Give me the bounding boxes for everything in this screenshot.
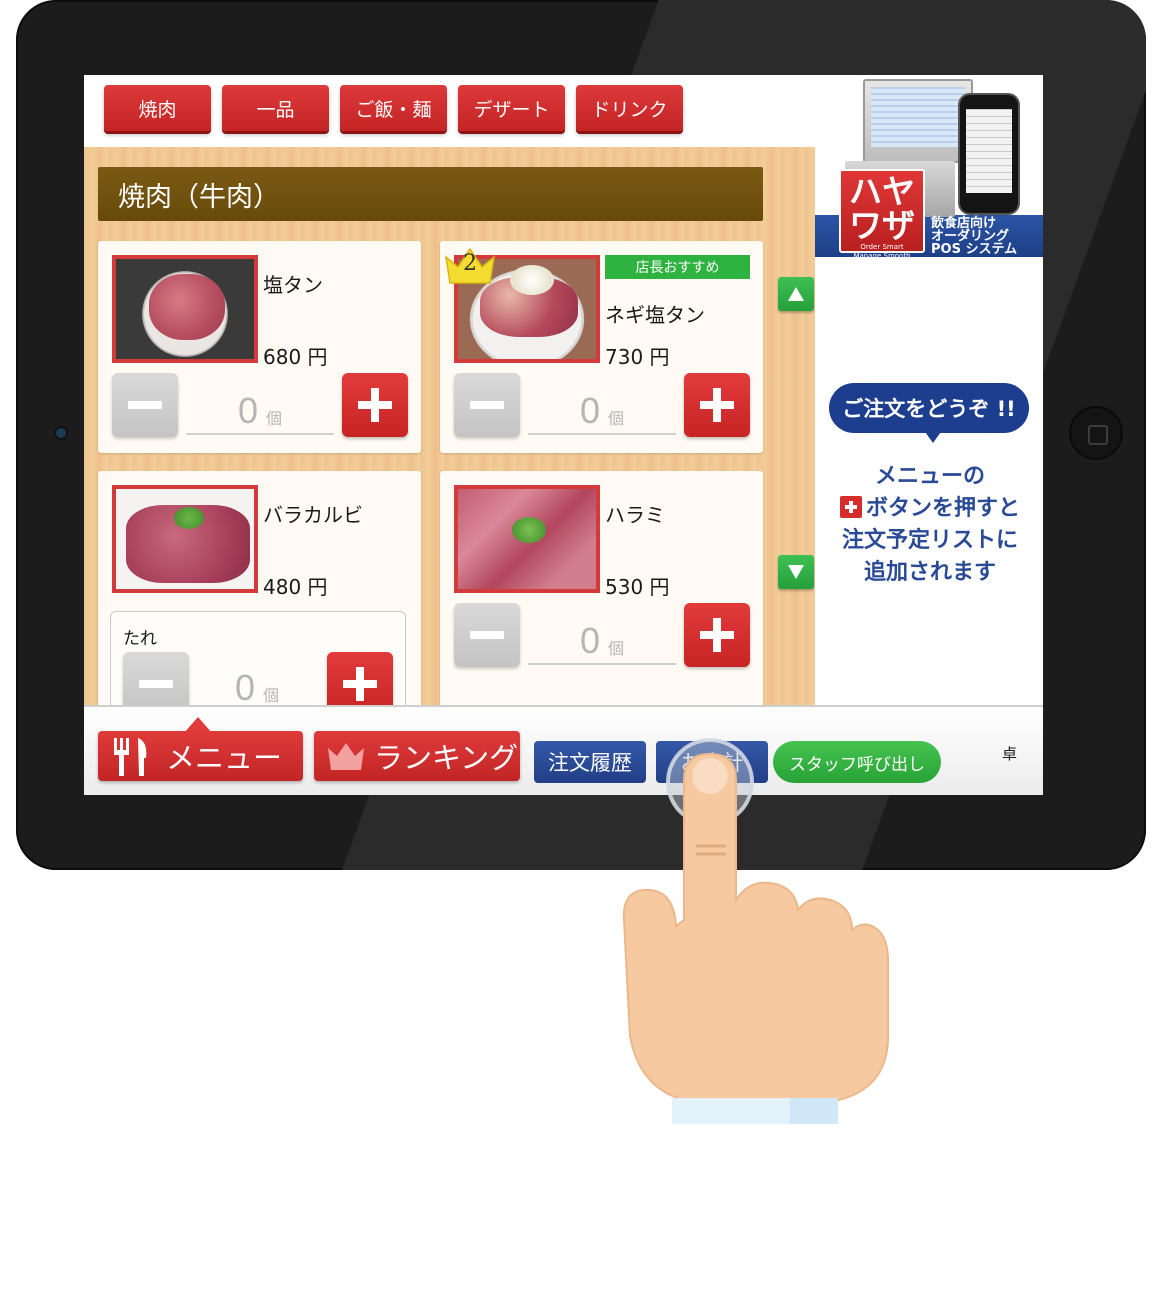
bubble-tail bbox=[923, 429, 943, 443]
arrow-down-icon bbox=[788, 565, 804, 579]
quantity-unit: 個 bbox=[608, 639, 625, 658]
sauce-label: たれ bbox=[123, 629, 157, 649]
recommend-badge: 店長おすすめ bbox=[605, 255, 750, 279]
increase-button[interactable] bbox=[342, 373, 408, 437]
ad-tag-line-3: POS システム bbox=[931, 242, 1018, 257]
decrease-button[interactable] bbox=[112, 373, 178, 437]
menu-card-shiotan: 塩タン 680 円 0 個 bbox=[98, 241, 421, 453]
quantity-value: 0 bbox=[237, 390, 258, 431]
arrow-up-icon bbox=[788, 287, 804, 301]
quantity-unit: 個 bbox=[608, 409, 625, 428]
food-photo[interactable] bbox=[454, 485, 600, 593]
menu-card-harami: ハラミ 530 円 0 個 bbox=[440, 471, 763, 731]
logo-line-2: ワザ bbox=[849, 206, 915, 245]
order-prompt-bubble: ご注文をどうぞ !! bbox=[829, 383, 1029, 433]
plus-icon bbox=[839, 496, 862, 518]
pointing-hand-icon bbox=[622, 738, 889, 1124]
screen: 焼肉 一品 ご飯・麺 デザート ドリンク 焼肉（牛肉） 塩タン 680 円 0 … bbox=[84, 75, 1043, 795]
category-dessert-button[interactable]: デザート bbox=[458, 85, 565, 131]
ad-tagline: 飲食店向け オーダリング POS システム bbox=[931, 217, 1017, 256]
category-bar: 焼肉 一品 ご飯・麺 デザート ドリンク bbox=[84, 75, 815, 147]
home-button[interactable] bbox=[1071, 408, 1121, 458]
menu-tab-button[interactable]: メニュー bbox=[98, 731, 303, 781]
quantity-value: 0 bbox=[579, 390, 600, 431]
item-name: 塩タン bbox=[263, 273, 323, 297]
menu-area: 焼肉 一品 ご飯・麺 デザート ドリンク 焼肉（牛肉） 塩タン 680 円 0 … bbox=[84, 75, 815, 731]
smartphone-image bbox=[960, 95, 1018, 213]
quantity-value: 0 bbox=[579, 620, 600, 661]
quantity-display: 0 個 bbox=[528, 387, 676, 435]
item-name: ハラミ bbox=[605, 503, 665, 527]
food-photo[interactable] bbox=[112, 255, 258, 363]
crown-icon bbox=[328, 743, 364, 770]
ranking-tab-button[interactable]: ランキング bbox=[314, 731, 520, 781]
camera-icon bbox=[56, 428, 66, 438]
logo-small-2: Manage Smooth bbox=[853, 252, 911, 260]
food-photo[interactable] bbox=[112, 485, 258, 593]
ranking-number: 2 bbox=[463, 251, 477, 276]
section-title: 焼肉（牛肉） bbox=[98, 167, 763, 221]
category-rice-noodle-button[interactable]: ご飯・麺 bbox=[340, 85, 447, 131]
item-price: 480 円 bbox=[263, 575, 328, 599]
scroll-down-button[interactable] bbox=[778, 555, 814, 589]
table-label: 卓 bbox=[1002, 745, 1018, 763]
item-price: 530 円 bbox=[605, 575, 670, 599]
right-panel: ハヤ ワザ Order Smart Manage Smooth 飲食店向け オー… bbox=[815, 75, 1043, 705]
item-name: ネギ塩タン bbox=[605, 303, 705, 327]
decrease-button[interactable] bbox=[454, 373, 520, 437]
item-price: 730 円 bbox=[605, 345, 670, 369]
scroll-up-button[interactable] bbox=[778, 277, 814, 311]
decrease-button[interactable] bbox=[454, 603, 520, 667]
instruction-text: メニューの ボタンを押すと 注文予定リストに 追加されます bbox=[825, 461, 1035, 589]
quantity-unit: 個 bbox=[263, 686, 280, 705]
quantity-display: 0 個 bbox=[528, 617, 676, 665]
instruction-line-1: メニューの bbox=[874, 464, 985, 489]
ranking-tab-label: ランキング bbox=[374, 741, 519, 775]
quantity-display: 0 個 bbox=[186, 387, 334, 435]
increase-button[interactable] bbox=[684, 373, 750, 437]
quantity-value: 0 bbox=[234, 667, 255, 708]
menu-tab-label: メニュー bbox=[166, 741, 283, 775]
hayawaza-logo: ハヤ ワザ Order Smart Manage Smooth bbox=[839, 169, 925, 260]
category-yakiniku-button[interactable]: 焼肉 bbox=[104, 85, 211, 131]
crown-icon: 2 bbox=[442, 243, 498, 285]
increase-button[interactable] bbox=[684, 603, 750, 667]
category-drink-button[interactable]: ドリンク bbox=[576, 85, 683, 131]
instruction-line-3: 注文予定リストに bbox=[841, 528, 1018, 553]
menu-card-negishiotan: 2 店長おすすめ ネギ塩タン 730 円 0 個 bbox=[440, 241, 763, 453]
fork-knife-icon bbox=[114, 738, 147, 776]
menu-card-barakarubi: バラカルビ 480 円 たれ 0 個 bbox=[98, 471, 421, 731]
category-ippin-button[interactable]: 一品 bbox=[222, 85, 329, 131]
item-price: 680 円 bbox=[263, 345, 328, 369]
quantity-unit: 個 bbox=[266, 409, 283, 428]
instruction-line-2-text: ボタンを押すと bbox=[865, 496, 1020, 521]
ad-banner[interactable]: ハヤ ワザ Order Smart Manage Smooth 飲食店向け オー… bbox=[815, 75, 1043, 260]
instruction-line-4: 追加されます bbox=[863, 560, 996, 585]
instruction-line-2: ボタンを押すと bbox=[825, 493, 1035, 525]
item-name: バラカルビ bbox=[263, 503, 363, 527]
pos-terminal-image bbox=[863, 79, 973, 163]
